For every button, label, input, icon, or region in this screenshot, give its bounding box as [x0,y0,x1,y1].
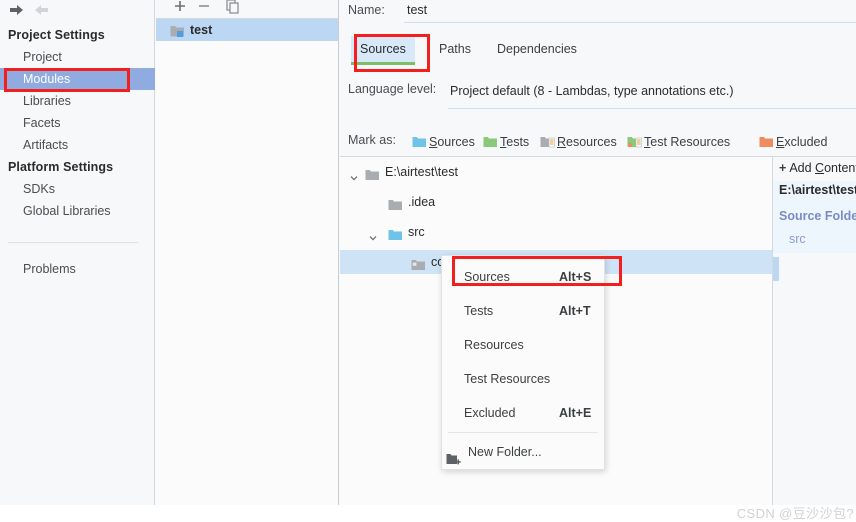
context-menu-item-shortcut: Alt+S [559,270,592,284]
module-list-toolbar [156,0,338,19]
resources-folder-icon [540,134,555,148]
folder-module-icon [411,255,426,270]
folder-blue-icon [388,225,403,240]
mark-as-tests-label: Tests [500,135,530,149]
context-menu-item-label: Excluded [464,406,516,420]
source-folders-header: Source Folders [779,209,856,223]
mark-as-label: Mark as: [348,133,396,147]
table-row[interactable]: src [340,220,772,244]
language-level-underline [448,108,856,109]
sidebar-item-artifacts[interactable]: Artifacts [0,134,155,156]
add-module-button[interactable] [170,0,190,16]
table-row[interactable]: E:\airtest\test [340,160,772,184]
content-root-details-panel: +Add Content Root E:\airtest\test Source… [773,157,856,505]
sidebar-item-project[interactable]: Project [0,46,155,68]
chevron-down-icon[interactable] [349,167,359,181]
context-menu-item-shortcut: Alt+E [559,406,592,420]
tab-sources[interactable]: Sources [351,36,415,65]
context-menu-item-resources[interactable]: Resources [442,328,604,362]
mark-as-sources-label: Sources [429,135,475,149]
mark-as-excluded-button[interactable]: Excluded [759,132,827,152]
sidebar-group-header: Project Settings [8,28,105,42]
module-list-item-test[interactable]: test [156,19,338,41]
add-content-root-label: Add Content Root [789,161,856,175]
context-menu-divider [448,432,598,433]
mark-as-excluded-label: Excluded [776,135,828,149]
language-level-select[interactable]: Project default (8 - Lambdas, type annot… [450,84,734,98]
excluded-folder-icon [759,134,774,147]
table-row[interactable]: .idea [340,190,772,214]
module-list-item-label: test [190,23,213,37]
sidebar-group-platform-settings: Platform Settings SDKs Global Libraries [0,156,155,222]
sidebar-divider [8,242,138,243]
context-menu-item-new-folder[interactable]: New Folder... [442,435,604,469]
name-label: Name: [348,3,385,17]
context-menu-item-label: Tests [464,304,494,318]
context-menu-item-excluded[interactable]: Excluded Alt+E [442,396,604,430]
sidebar-item-libraries[interactable]: Libraries [0,90,155,112]
context-menu-item-label: New Folder... [468,445,542,459]
plus-icon: + [779,161,787,175]
context-menu-item-test-resources[interactable]: Test Resources [442,362,604,396]
mark-as-tests-button[interactable]: Tests [483,132,529,152]
mark-as-test-resources-label: Test Resources [644,135,731,149]
new-folder-icon [446,445,462,465]
tests-folder-icon [483,134,498,147]
forward-arrow-icon [31,1,53,19]
sidebar-item-global-libraries[interactable]: Global Libraries [0,200,155,222]
context-menu-item-label: Resources [464,338,524,352]
context-menu-item-shortcut: Alt+T [559,304,591,318]
context-menu-item-sources[interactable]: Sources Alt+S [442,260,604,294]
sidebar-group-header: Platform Settings [8,160,114,174]
tab-paths[interactable]: Paths [430,36,480,62]
context-menu-item-label: Sources [464,270,510,284]
source-folder-item[interactable]: src [789,232,806,246]
back-arrow-icon[interactable] [6,1,28,19]
content-root-path: E:\airtest\test [779,183,856,197]
mark-as-resources-label: Resources [557,135,617,149]
sidebar-item-problems[interactable]: Problems [0,258,155,280]
tab-dependencies[interactable]: Dependencies [488,36,586,62]
bottom-strip [0,505,856,522]
settings-sidebar: Project Settings Project Modules Librari… [0,0,155,505]
tree-row-label: src [408,225,425,239]
remove-module-button[interactable] [194,0,214,16]
sidebar-group-project-settings: Project Settings Project Modules Librari… [0,24,155,156]
tree-row-label: E:\airtest\test [385,165,458,179]
sources-folder-icon [412,134,427,147]
sidebar-item-facets[interactable]: Facets [0,112,155,134]
name-input-underline [404,22,856,23]
mark-as-sources-button[interactable]: Sources [412,132,475,152]
settings-dialog: Project Settings Project Modules Librari… [0,0,856,522]
mark-as-test-resources-button[interactable]: Test Resources [627,132,730,152]
mark-as-row: Mark as: Sources Tests Resources Test Re… [340,132,856,154]
name-input[interactable]: test [407,3,427,17]
test-resources-folder-icon [627,134,642,148]
add-content-root-button[interactable]: +Add Content Root [779,161,856,175]
sidebar-nav-buttons [6,1,53,21]
module-list-panel: test [156,0,339,505]
folder-gray-icon [388,195,403,210]
tree-row-label: .idea [408,195,436,209]
chevron-down-icon[interactable] [368,227,378,241]
module-folder-icon [170,23,186,45]
mark-as-context-menu: Sources Alt+S Tests Alt+T Resources Test… [441,255,605,470]
context-menu-item-label: Test Resources [464,372,551,386]
sidebar-group-problems: Problems [0,258,155,280]
language-level-label: Language level: [348,82,437,96]
folder-gray-icon [365,165,380,180]
mark-as-resources-button[interactable]: Resources [540,132,617,152]
context-menu-item-tests[interactable]: Tests Alt+T [442,294,604,328]
sidebar-item-modules[interactable]: Modules [0,68,155,90]
copy-module-button[interactable] [222,0,242,16]
panel-scroll-marker [773,257,779,281]
watermark: CSDN @豆沙沙包? [736,506,854,521]
sidebar-item-sdks[interactable]: SDKs [0,178,155,200]
